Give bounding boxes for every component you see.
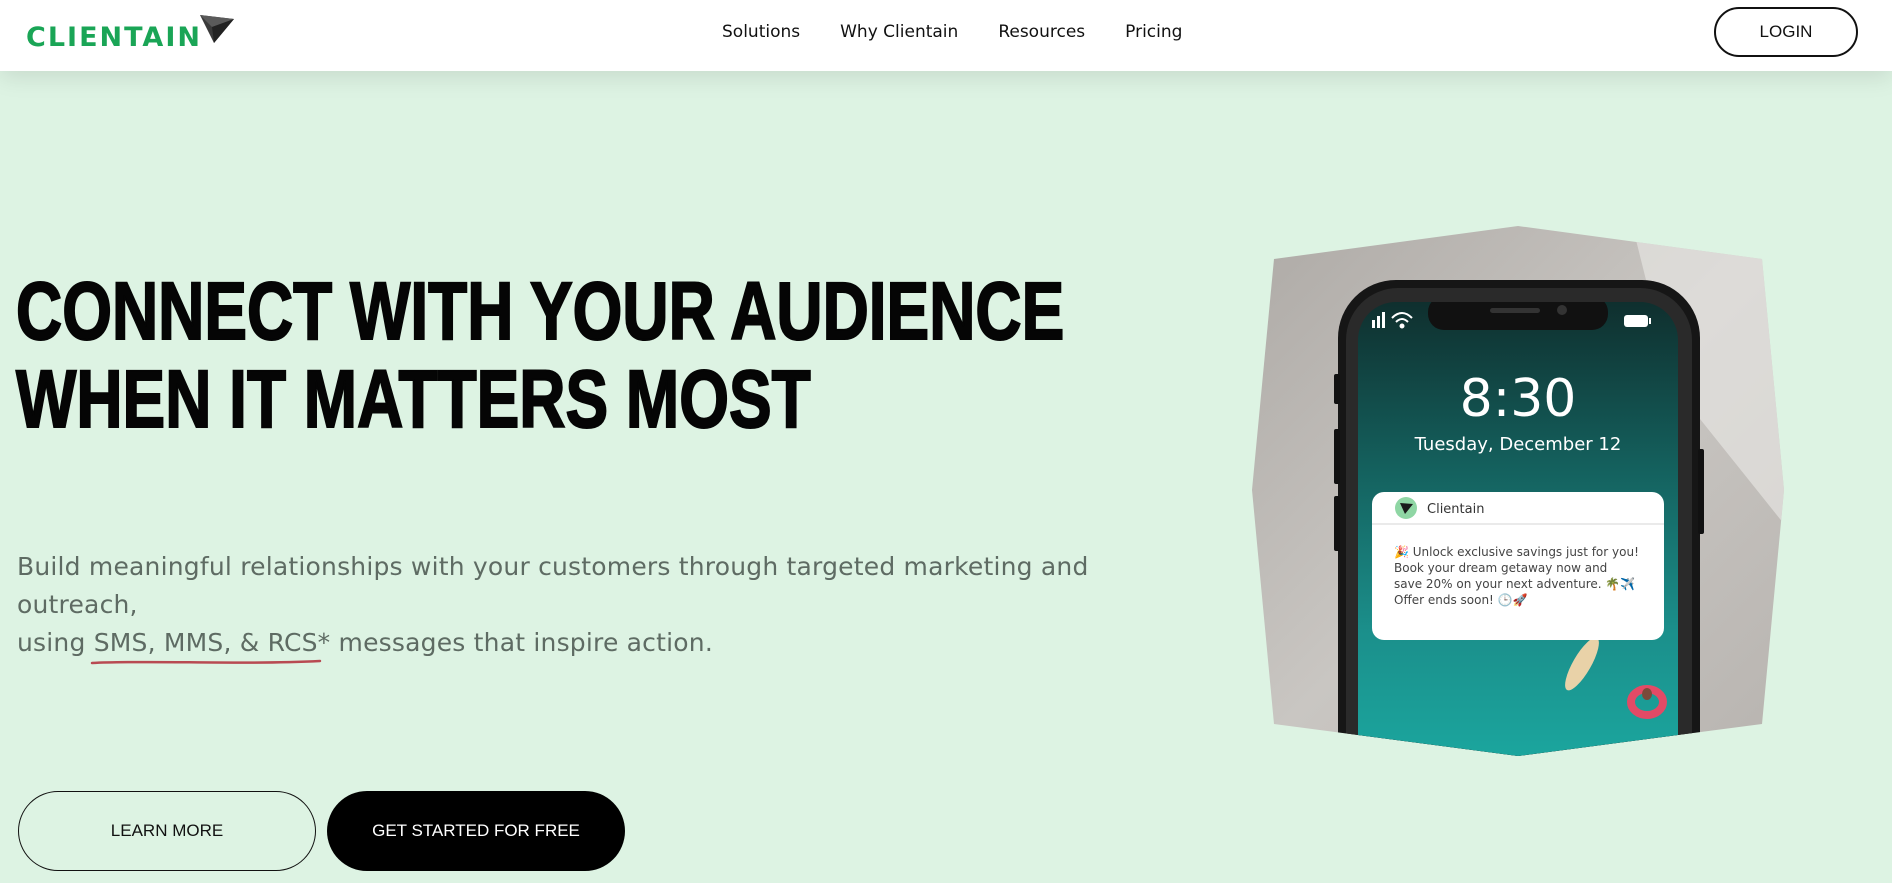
subtext-part-2: using — [17, 628, 94, 657]
hero-phone-image: 8:30 Tuesday, December 12 Clientain 🎉 Un… — [1252, 224, 1784, 758]
phone-date: Tuesday, December 12 — [1414, 434, 1622, 455]
battery-icon — [1624, 315, 1651, 327]
notification-line-3: save 20% on your next adventure. 🌴✈️ — [1394, 576, 1635, 591]
hero-headline: CONNECT WITH YOUR AUDIENCE WHEN IT MATTE… — [15, 266, 1065, 445]
subtext-part-1: Build meaningful relationships with your… — [17, 552, 1089, 619]
hero-subtext: Build meaningful relationships with your… — [17, 548, 1217, 665]
notification-line-4: Offer ends soon! 🕒🚀 — [1394, 593, 1528, 607]
paper-plane-logo-icon — [199, 15, 234, 43]
highlight-text: SMS, MMS, & RCS* — [93, 628, 331, 657]
subtext-highlight: SMS, MMS, & RCS* — [90, 624, 331, 665]
subtext-part-3: messages that inspire action. — [330, 628, 713, 657]
nav-item-pricing[interactable]: Pricing — [1125, 21, 1182, 43]
notification-card: Clientain 🎉 Unlock exclusive savings jus… — [1372, 492, 1664, 640]
nav-item-why-clientain[interactable]: Why Clientain — [840, 21, 958, 43]
notification-app-name: Clientain — [1427, 502, 1484, 517]
brand-name: CLIENTAIN — [26, 21, 202, 53]
underline-scribble — [90, 659, 321, 665]
login-button[interactable]: LOGIN — [1714, 7, 1858, 57]
site-header: CLIENTAIN Solutions Why Clientain Resour… — [0, 0, 1892, 71]
nav-item-solutions[interactable]: Solutions — [722, 21, 800, 43]
get-started-button[interactable]: GET STARTED FOR FREE — [327, 791, 625, 871]
brand-logo[interactable]: CLIENTAIN — [26, 12, 236, 53]
main-nav: Solutions Why Clientain Resources Pricin… — [722, 21, 1222, 43]
learn-more-button[interactable]: LEARN MORE — [18, 791, 316, 871]
notification-line-2: Book your dream getaway now and — [1394, 561, 1607, 575]
headline-line-1: CONNECT WITH YOUR AUDIENCE — [15, 266, 1065, 357]
phone-time: 8:30 — [1460, 369, 1577, 429]
notification-line-1: 🎉 Unlock exclusive savings just for you! — [1394, 545, 1639, 559]
nav-item-resources[interactable]: Resources — [998, 21, 1085, 43]
phone-illustration: 8:30 Tuesday, December 12 Clientain 🎉 Un… — [1252, 226, 1784, 756]
headline-line-2: WHEN IT MATTERS MOST — [15, 354, 811, 445]
